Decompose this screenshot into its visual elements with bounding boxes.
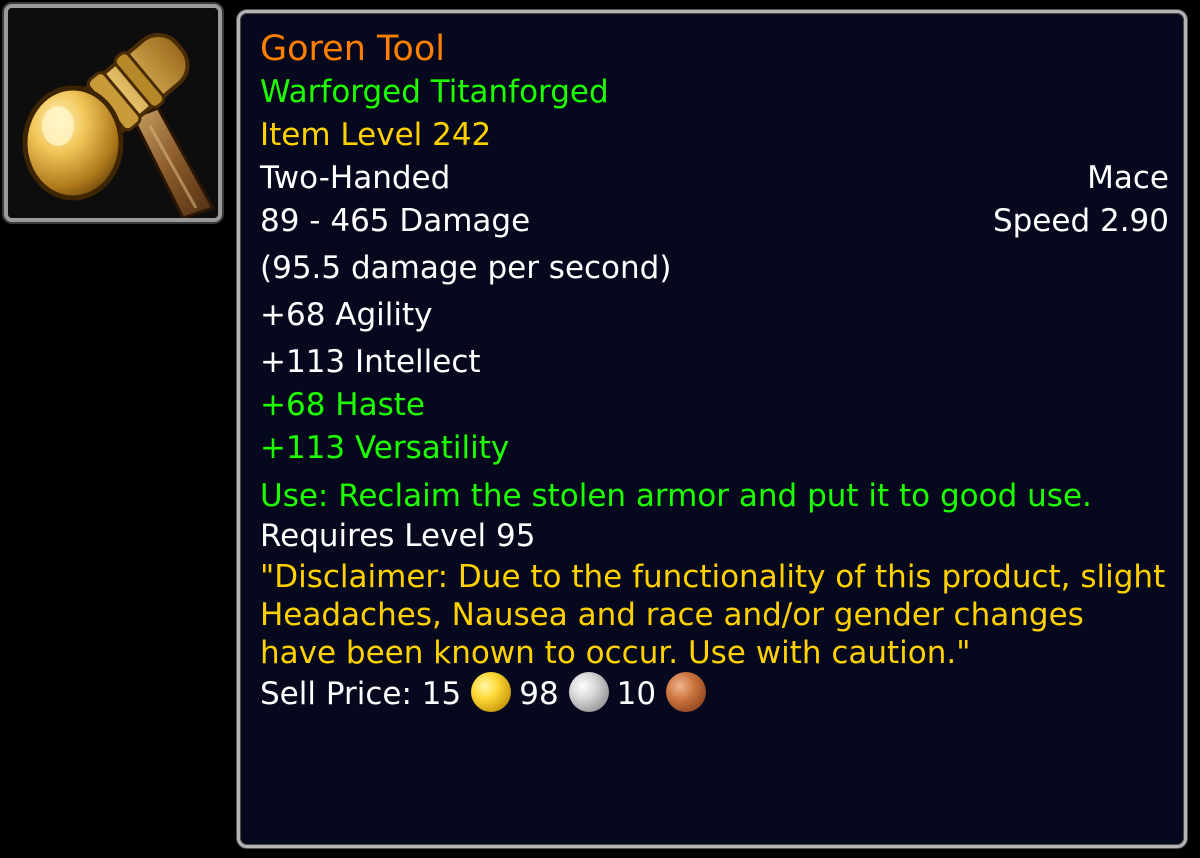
slot-type-row: Two-Handed Mace xyxy=(260,157,1169,200)
sell-price-label: Sell Price: xyxy=(260,676,412,712)
gold-coin-icon xyxy=(471,672,512,712)
item-dps: (95.5 damage per second) xyxy=(260,250,672,286)
item-name: Goren Tool xyxy=(260,29,445,69)
damage-speed-row: 89 - 465 Damage Speed 2.90 xyxy=(260,200,1169,243)
sell-price-silver: 98 xyxy=(519,676,559,712)
item-tooltip: Goren Tool Warforged Titanforged Item Le… xyxy=(237,10,1187,848)
item-type: Mace xyxy=(1087,160,1169,196)
stat-agility: +68 Agility xyxy=(260,297,433,333)
stat-intellect: +113 Intellect xyxy=(260,344,481,380)
flavor-text: "Disclaimer: Due to the functionality of… xyxy=(260,559,1166,671)
stat-haste: +68 Haste xyxy=(260,387,425,423)
item-upgrade-tags: Warforged Titanforged xyxy=(260,74,609,110)
use-effect: Use: Reclaim the stolen armor and put it… xyxy=(260,478,1092,514)
sell-price-copper: 10 xyxy=(616,676,657,712)
item-icon-frame[interactable] xyxy=(4,4,222,222)
stat-versatility: +113 Versatility xyxy=(260,430,510,466)
sell-price: Sell Price: 15 98 10 xyxy=(260,672,1169,716)
item-damage: 89 - 465 Damage xyxy=(260,203,531,239)
mace-icon xyxy=(8,8,218,218)
copper-coin-icon xyxy=(666,672,707,712)
item-speed: Speed 2.90 xyxy=(992,203,1169,239)
level-requirement: Requires Level 95 xyxy=(260,518,536,554)
item-level: Item Level 242 xyxy=(260,117,492,153)
silver-coin-icon xyxy=(568,672,609,712)
sell-price-gold: 15 xyxy=(421,676,462,712)
item-slot: Two-Handed xyxy=(260,160,451,196)
